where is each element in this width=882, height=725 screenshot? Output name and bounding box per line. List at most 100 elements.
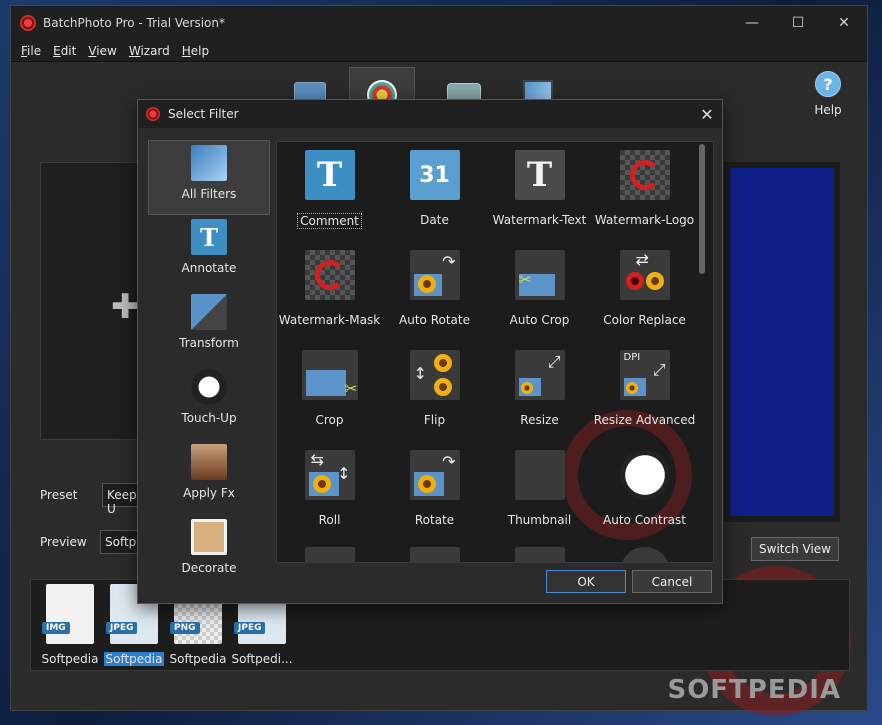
- category-annotate[interactable]: T Annotate: [148, 215, 270, 290]
- window-title: BatchPhoto Pro - Trial Version*: [43, 16, 225, 30]
- help-button[interactable]: ? Help: [803, 71, 853, 117]
- preset-dropdown[interactable]: Keep U: [102, 483, 142, 516]
- image-file-icon: IMG: [42, 584, 94, 644]
- sparkle-icon: [304, 547, 355, 562]
- category-all-filters[interactable]: All Filters: [148, 140, 270, 215]
- filter-auto-rotate[interactable]: ↷ Auto Rotate: [382, 250, 487, 327]
- filter-comment[interactable]: T Comment: [277, 150, 382, 229]
- preview-dropdown[interactable]: Softpe: [100, 530, 144, 554]
- filter-flip[interactable]: ↕ Flip: [382, 350, 487, 427]
- rotate-icon: ↷: [409, 450, 460, 500]
- magic-wand-icon: [191, 145, 227, 181]
- maximize-button[interactable]: ☐: [775, 6, 821, 40]
- filter-partial[interactable]: [487, 547, 592, 562]
- help-icon: ?: [815, 71, 841, 97]
- dialog-title: Select Filter: [168, 107, 239, 121]
- softpedia-watermark: SOFTPEDIA: [667, 675, 841, 705]
- menu-file[interactable]: File: [15, 44, 47, 58]
- filter-label: Resize Advanced: [593, 413, 696, 427]
- cancel-button[interactable]: Cancel: [632, 570, 712, 593]
- preview-label: Preview: [40, 535, 87, 549]
- select-filter-dialog: Select Filter ✕ All Filters T Annotate T…: [137, 99, 723, 604]
- vertical-scrollbar[interactable]: [699, 144, 705, 274]
- filter-label: Resize: [520, 413, 559, 427]
- filter-resize-advanced[interactable]: DPI ⤢ Resize Advanced: [592, 350, 697, 427]
- filter-watermark-logo[interactable]: Watermark-Logo: [592, 150, 697, 227]
- photo-preview-panel[interactable]: ✚: [40, 162, 140, 440]
- framed-picture-icon: [191, 519, 227, 555]
- category-touch-up[interactable]: Touch-Up: [148, 365, 270, 440]
- text-t-icon: T: [191, 219, 227, 255]
- filter-category-list: All Filters T Annotate Transform Touch-U…: [148, 140, 270, 575]
- help-label: Help: [814, 103, 842, 117]
- ok-button[interactable]: OK: [546, 570, 626, 593]
- dialog-title-bar: Select Filter ✕: [138, 100, 722, 128]
- filter-rotate[interactable]: ↷ Rotate: [382, 450, 487, 527]
- filter-label: Crop: [315, 413, 344, 427]
- filter-crop[interactable]: ✂ Crop: [277, 350, 382, 427]
- filter-watermark-mask[interactable]: Watermark-Mask: [277, 250, 382, 327]
- filter-resize[interactable]: ⤢ Resize: [487, 350, 592, 427]
- filter-watermark-text[interactable]: T Watermark-Text: [487, 150, 592, 227]
- resize-advanced-icon: DPI ⤢: [619, 350, 670, 400]
- category-label: All Filters: [181, 187, 237, 201]
- filter-label: Date: [420, 213, 449, 227]
- filter-label: Thumbnail: [507, 513, 572, 527]
- filter-auto-contrast[interactable]: Auto Contrast: [592, 450, 697, 527]
- category-label: Decorate: [181, 561, 237, 575]
- file-type-badge: JPEG: [106, 622, 138, 634]
- crop-icon: ✂: [301, 350, 358, 400]
- menu-help[interactable]: Help: [176, 44, 215, 58]
- filter-label: Auto Rotate: [399, 313, 470, 327]
- menu-wizard[interactable]: Wizard: [123, 44, 176, 58]
- filter-partial[interactable]: [592, 547, 697, 562]
- color-replace-icon: ⇄: [619, 250, 670, 300]
- touch-up-wand-icon: [191, 369, 227, 405]
- resize-icon: [191, 294, 227, 330]
- filter-label: Auto Contrast: [603, 513, 686, 527]
- resize-icon: ⤢: [514, 350, 565, 400]
- roll-icon: ⇆ ↕: [304, 450, 355, 500]
- minimize-button[interactable]: —: [729, 6, 775, 40]
- category-transform[interactable]: Transform: [148, 290, 270, 365]
- auto-contrast-icon: [619, 450, 670, 500]
- filter-label: Watermark-Mask: [278, 313, 381, 327]
- auto-crop-icon: ✂: [514, 250, 565, 300]
- text-t-icon: T: [304, 150, 355, 200]
- filter-roll[interactable]: ⇆ ↕ Roll: [277, 450, 382, 527]
- file-type-badge: IMG: [42, 622, 70, 634]
- filter-partial[interactable]: [277, 547, 382, 562]
- switch-view-button[interactable]: Switch View: [751, 537, 839, 561]
- category-apply-fx[interactable]: Apply Fx: [148, 440, 270, 515]
- category-label: Apply Fx: [183, 486, 235, 500]
- category-decorate[interactable]: Decorate: [148, 515, 270, 590]
- watermark-text-icon: T: [514, 150, 565, 200]
- title-bar: BatchPhoto Pro - Trial Version* — ☐ ✕: [11, 6, 867, 40]
- close-button[interactable]: ✕: [821, 6, 867, 40]
- filter-label: Comment: [297, 213, 362, 229]
- add-photo-icon[interactable]: ✚: [111, 287, 140, 327]
- filter-color-replace[interactable]: ⇄ Color Replace: [592, 250, 697, 327]
- filter-label: Rotate: [414, 513, 455, 527]
- thumbnail-grid-icon: [514, 450, 565, 500]
- app-logo-icon: [146, 107, 160, 121]
- filter-label: Roll: [318, 513, 341, 527]
- menu-edit[interactable]: Edit: [47, 44, 82, 58]
- watermark-mask-icon: [304, 250, 355, 300]
- file-thumbnail[interactable]: IMG Softpedia: [37, 584, 103, 666]
- dialog-close-button[interactable]: ✕: [692, 105, 722, 124]
- menu-view[interactable]: View: [82, 44, 122, 58]
- result-preview-panel: [724, 162, 840, 522]
- filter-date[interactable]: 31 Date: [382, 150, 487, 227]
- file-name: Softpedi...: [231, 652, 293, 666]
- filter-label: Color Replace: [603, 313, 686, 327]
- filter-partial[interactable]: [382, 547, 487, 562]
- sparkle-icon: [409, 547, 460, 562]
- filter-thumbnail[interactable]: Thumbnail: [487, 450, 592, 527]
- filter-auto-crop[interactable]: ✂ Auto Crop: [487, 250, 592, 327]
- file-name: Softpedia: [169, 652, 227, 666]
- preset-label: Preset: [40, 488, 78, 502]
- category-label: Touch-Up: [181, 411, 237, 425]
- category-label: Annotate: [181, 261, 237, 275]
- filter-label: Watermark-Text: [492, 213, 587, 227]
